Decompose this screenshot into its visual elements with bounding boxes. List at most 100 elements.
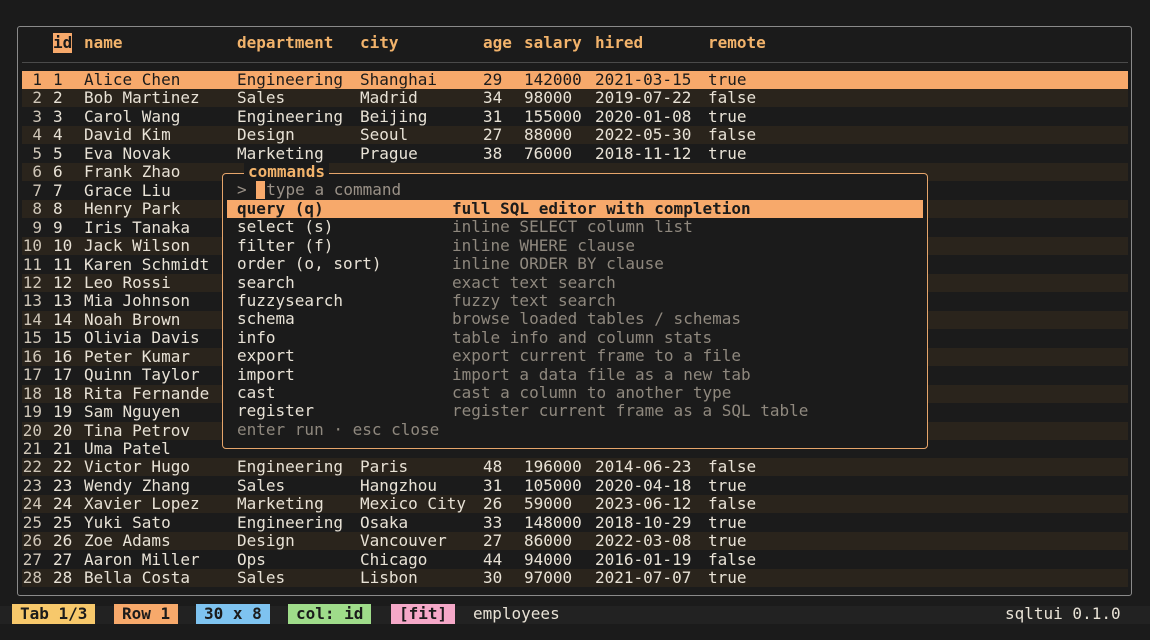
cell-hired[interactable]: 2018-11-12 xyxy=(595,144,691,163)
cell-name[interactable]: Bella Costa xyxy=(84,569,190,587)
cell-department[interactable]: Engineering xyxy=(237,71,343,89)
command-item[interactable]: search exact text search xyxy=(227,273,923,292)
cell-department[interactable]: Marketing xyxy=(237,495,324,513)
cell-city[interactable]: Osaka xyxy=(360,513,408,532)
cell-salary[interactable]: 142000 xyxy=(524,71,582,89)
cell-id[interactable]: 15 xyxy=(53,329,72,347)
cell-department[interactable]: Design xyxy=(237,532,295,550)
cell-hired[interactable]: 2021-03-15 xyxy=(595,71,691,89)
cell-age[interactable]: 33 xyxy=(483,513,502,532)
cell-name[interactable]: Peter Kumar xyxy=(84,347,190,366)
cell-id[interactable]: 11 xyxy=(53,255,72,274)
cell-id[interactable]: 16 xyxy=(53,347,72,366)
cell-name[interactable]: David Kim xyxy=(84,126,171,144)
cell-hired[interactable]: 2018-10-29 xyxy=(595,513,691,532)
cell-department[interactable]: Sales xyxy=(237,569,285,587)
command-item[interactable]: register register current frame as a SQL … xyxy=(227,402,923,420)
cell-remote[interactable]: true xyxy=(708,71,747,89)
cell-id[interactable]: 25 xyxy=(53,513,72,532)
command-item[interactable]: cast cast a column to another type xyxy=(227,384,923,402)
cell-city[interactable]: Lisbon xyxy=(360,569,418,587)
cell-remote[interactable]: true xyxy=(708,569,747,587)
cell-id[interactable]: 7 xyxy=(53,181,63,200)
command-item[interactable]: order (o, sort) inline ORDER BY clause xyxy=(227,255,923,273)
cell-age[interactable]: 29 xyxy=(483,71,502,89)
cell-remote[interactable]: true xyxy=(708,513,747,532)
cell-hired[interactable]: 2021-07-07 xyxy=(595,569,691,587)
cell-age[interactable]: 48 xyxy=(483,458,502,476)
cell-salary[interactable]: 86000 xyxy=(524,532,572,550)
cell-hired[interactable]: 2016-01-19 xyxy=(595,550,691,569)
cell-city[interactable]: Seoul xyxy=(360,126,408,144)
cell-salary[interactable]: 105000 xyxy=(524,476,582,495)
cell-city[interactable]: Hangzhou xyxy=(360,476,437,495)
cell-id[interactable]: 8 xyxy=(53,200,63,218)
column-header-id[interactable]: id xyxy=(53,33,73,53)
cell-city[interactable]: Shanghai xyxy=(360,71,437,89)
cell-department[interactable]: Engineering xyxy=(237,513,343,532)
cell-id[interactable]: 21 xyxy=(53,440,72,458)
cell-name[interactable]: Sam Nguyen xyxy=(84,403,180,421)
table-row[interactable]: 1 1 Alice Chen Engineering Shanghai 29 142000 2… xyxy=(22,71,1128,89)
cell-id[interactable]: 24 xyxy=(53,495,72,513)
cell-id[interactable]: 18 xyxy=(53,384,72,403)
cell-age[interactable]: 27 xyxy=(483,126,502,144)
cell-salary[interactable]: 155000 xyxy=(524,107,582,126)
cell-age[interactable]: 26 xyxy=(483,495,502,513)
table-row[interactable]: 4 4 David Kim Design Seoul 27 88000 2022-05-30 f… xyxy=(22,126,1128,145)
column-header-city[interactable]: city xyxy=(360,33,399,53)
cell-id[interactable]: 12 xyxy=(53,273,72,292)
command-item[interactable]: query (q) full SQL editor with completion xyxy=(227,200,923,218)
cell-department[interactable]: Engineering xyxy=(237,107,343,126)
cell-name[interactable]: Yuki Sato xyxy=(84,513,171,532)
table-row[interactable]: 24 24 Xavier Lopez Marketing Mexico City 26 59… xyxy=(22,495,1128,514)
table-row[interactable]: 25 25 Yuki Sato Engineering Osaka 33 148000 201… xyxy=(22,513,1128,532)
cell-city[interactable]: Madrid xyxy=(360,89,418,107)
cell-age[interactable]: 38 xyxy=(483,144,502,163)
cell-department[interactable]: Ops xyxy=(237,550,266,569)
cell-hired[interactable]: 2020-04-18 xyxy=(595,476,691,495)
cell-age[interactable]: 34 xyxy=(483,89,502,107)
cell-name[interactable]: Wendy Zhang xyxy=(84,476,190,495)
cell-city[interactable]: Prague xyxy=(360,144,418,163)
cell-age[interactable]: 31 xyxy=(483,107,502,126)
cell-id[interactable]: 9 xyxy=(53,218,63,237)
cell-id[interactable]: 22 xyxy=(53,458,72,476)
cell-city[interactable]: Vancouver xyxy=(360,532,447,550)
cell-hired[interactable]: 2022-05-30 xyxy=(595,126,691,144)
cell-hired[interactable]: 2022-03-08 xyxy=(595,532,691,550)
cell-name[interactable]: Noah Brown xyxy=(84,310,180,329)
cell-salary[interactable]: 76000 xyxy=(524,144,572,163)
cell-id[interactable]: 3 xyxy=(53,107,63,126)
cell-remote[interactable]: true xyxy=(708,107,747,126)
cell-name[interactable]: Victor Hugo xyxy=(84,458,190,476)
cell-remote[interactable]: true xyxy=(708,476,747,495)
cell-department[interactable]: Design xyxy=(237,126,295,144)
cell-name[interactable]: Bob Martinez xyxy=(84,89,200,107)
cell-city[interactable]: Chicago xyxy=(360,550,427,569)
cell-age[interactable]: 27 xyxy=(483,532,502,550)
cell-remote[interactable]: true xyxy=(708,532,747,550)
cell-salary[interactable]: 88000 xyxy=(524,126,572,144)
cell-remote[interactable]: true xyxy=(708,144,747,163)
cell-remote[interactable]: false xyxy=(708,495,756,513)
cell-city[interactable]: Paris xyxy=(360,458,408,476)
cell-id[interactable]: 23 xyxy=(53,476,72,495)
cell-id[interactable]: 1 xyxy=(53,71,63,89)
cell-name[interactable]: Frank Zhao xyxy=(84,163,180,181)
cell-age[interactable]: 31 xyxy=(483,476,502,495)
column-header-age[interactable]: age xyxy=(483,33,512,53)
command-item[interactable]: info table info and column stats xyxy=(227,328,923,347)
command-item[interactable]: filter (f) inline WHERE clause xyxy=(227,236,923,255)
cell-age[interactable]: 30 xyxy=(483,569,502,587)
cell-id[interactable]: 2 xyxy=(53,89,63,107)
cell-salary[interactable]: 59000 xyxy=(524,495,572,513)
command-item[interactable]: select (s) inline SELECT column list xyxy=(227,218,923,236)
cell-name[interactable]: Xavier Lopez xyxy=(84,495,200,513)
cell-id[interactable]: 6 xyxy=(53,163,63,181)
command-input[interactable]: > type a command xyxy=(237,181,401,199)
cell-name[interactable]: Jack Wilson xyxy=(84,237,190,255)
table-row[interactable]: 26 26 Zoe Adams Design Vancouver 27 86000 2022-… xyxy=(22,532,1128,551)
table-row[interactable]: 5 5 Eva Novak Marketing Prague 38 76000 2018-11… xyxy=(22,144,1128,163)
cell-age[interactable]: 44 xyxy=(483,550,502,569)
